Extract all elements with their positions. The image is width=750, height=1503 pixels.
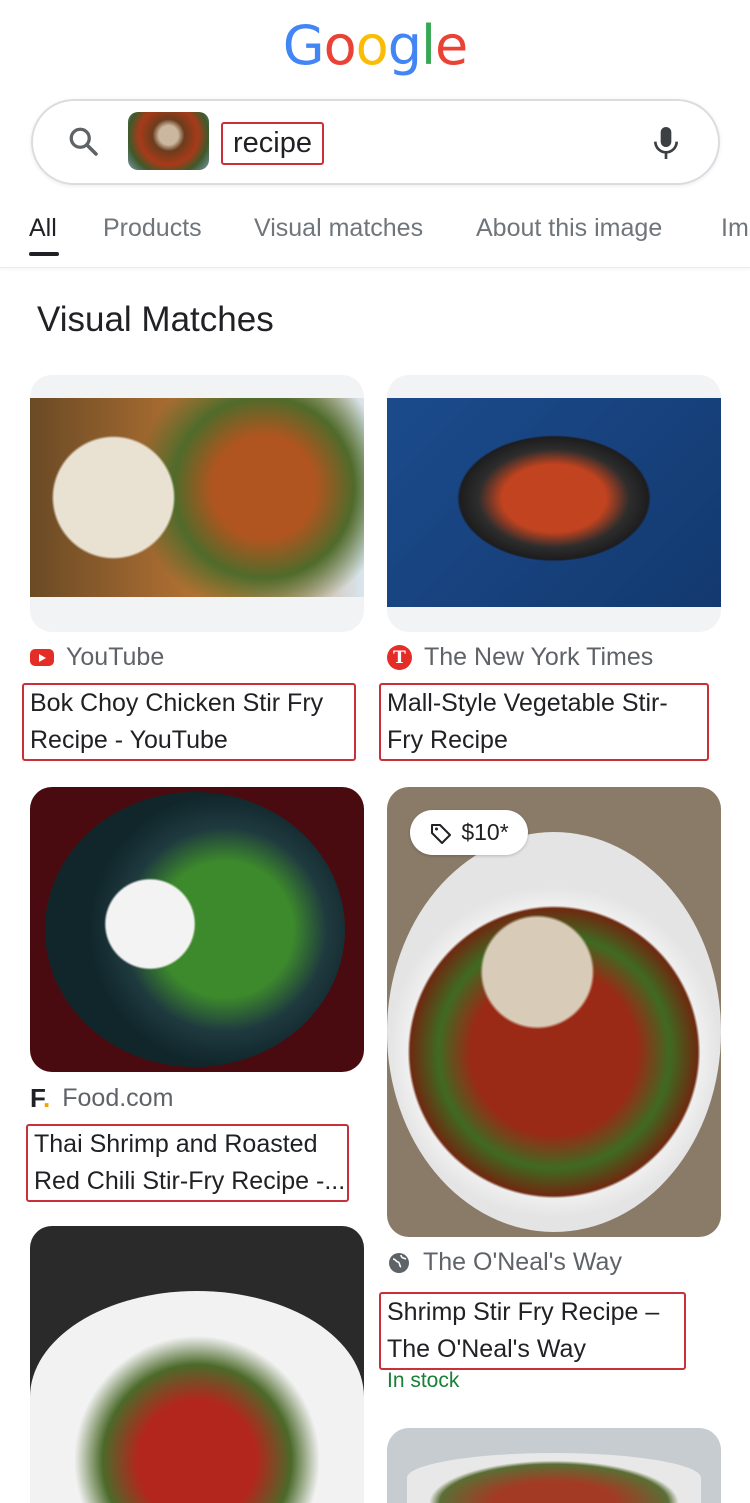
price-badge: $10* bbox=[410, 810, 528, 855]
result-title[interactable]: Bok Choy Chicken Stir Fry Recipe - YouTub… bbox=[22, 683, 356, 761]
google-logo: Google bbox=[282, 14, 468, 77]
title-line: Red Chili Stir-Fry Recipe -... bbox=[34, 1167, 346, 1195]
result-source[interactable]: F. Food.com bbox=[30, 1083, 173, 1114]
food-image bbox=[387, 832, 721, 1232]
tab-all[interactable]: All bbox=[29, 214, 57, 243]
availability-status: In stock bbox=[387, 1369, 460, 1392]
title-line: Bok Choy Chicken Stir Fry bbox=[30, 689, 324, 717]
section-title: Visual Matches bbox=[37, 300, 274, 339]
result-source[interactable]: The O'Neal's Way bbox=[387, 1248, 622, 1277]
source-name: Food.com bbox=[62, 1084, 174, 1112]
result-title[interactable]: Thai Shrimp and Roasted Red Chili Stir-Fr… bbox=[26, 1124, 349, 1202]
food-com-icon: F. bbox=[30, 1083, 51, 1113]
tab-images[interactable]: Im bbox=[721, 214, 750, 243]
food-image bbox=[30, 1291, 364, 1503]
result-source[interactable]: YouTube bbox=[30, 643, 164, 672]
title-line: Thai Shrimp and Roasted bbox=[34, 1130, 318, 1158]
mic-icon[interactable] bbox=[650, 124, 682, 162]
source-name: YouTube bbox=[66, 643, 165, 671]
source-name: The O'Neal's Way bbox=[423, 1248, 622, 1276]
active-tab-indicator bbox=[29, 252, 59, 256]
source-name: The New York Times bbox=[424, 643, 654, 671]
price-text: $10* bbox=[461, 819, 509, 845]
search-input[interactable]: recipe bbox=[221, 122, 324, 165]
food-image bbox=[407, 1453, 701, 1503]
result-image-card[interactable] bbox=[387, 1428, 721, 1503]
result-image-card[interactable] bbox=[387, 375, 721, 632]
query-image-thumbnail[interactable] bbox=[128, 112, 209, 170]
youtube-icon bbox=[30, 649, 54, 666]
result-title[interactable]: Shrimp Stir Fry Recipe – The O'Neal's Way bbox=[379, 1292, 686, 1370]
nyt-icon: T bbox=[387, 645, 412, 670]
title-line: Mall-Style Vegetable Stir- bbox=[387, 689, 668, 717]
title-line: Fry Recipe bbox=[387, 726, 508, 754]
title-line: Recipe - YouTube bbox=[30, 726, 228, 754]
tab-about-this-image[interactable]: About this image bbox=[476, 214, 662, 243]
price-tag-icon bbox=[431, 823, 452, 844]
tab-visual-matches[interactable]: Visual matches bbox=[254, 214, 423, 243]
title-line: Shrimp Stir Fry Recipe – bbox=[387, 1298, 660, 1326]
result-image-card[interactable] bbox=[30, 1226, 364, 1503]
result-image-card[interactable] bbox=[30, 787, 364, 1072]
food-image bbox=[30, 398, 364, 597]
food-image bbox=[387, 398, 721, 607]
title-line: The O'Neal's Way bbox=[387, 1335, 586, 1363]
search-icon[interactable] bbox=[66, 124, 102, 160]
tab-bar: All Products Visual matches About this i… bbox=[0, 210, 750, 268]
result-source[interactable]: T The New York Times bbox=[387, 643, 653, 672]
result-image-card[interactable] bbox=[30, 375, 364, 632]
food-image bbox=[45, 792, 345, 1067]
result-title[interactable]: Mall-Style Vegetable Stir- Fry Recipe bbox=[379, 683, 709, 761]
globe-icon bbox=[389, 1252, 409, 1273]
tab-products[interactable]: Products bbox=[103, 214, 202, 243]
